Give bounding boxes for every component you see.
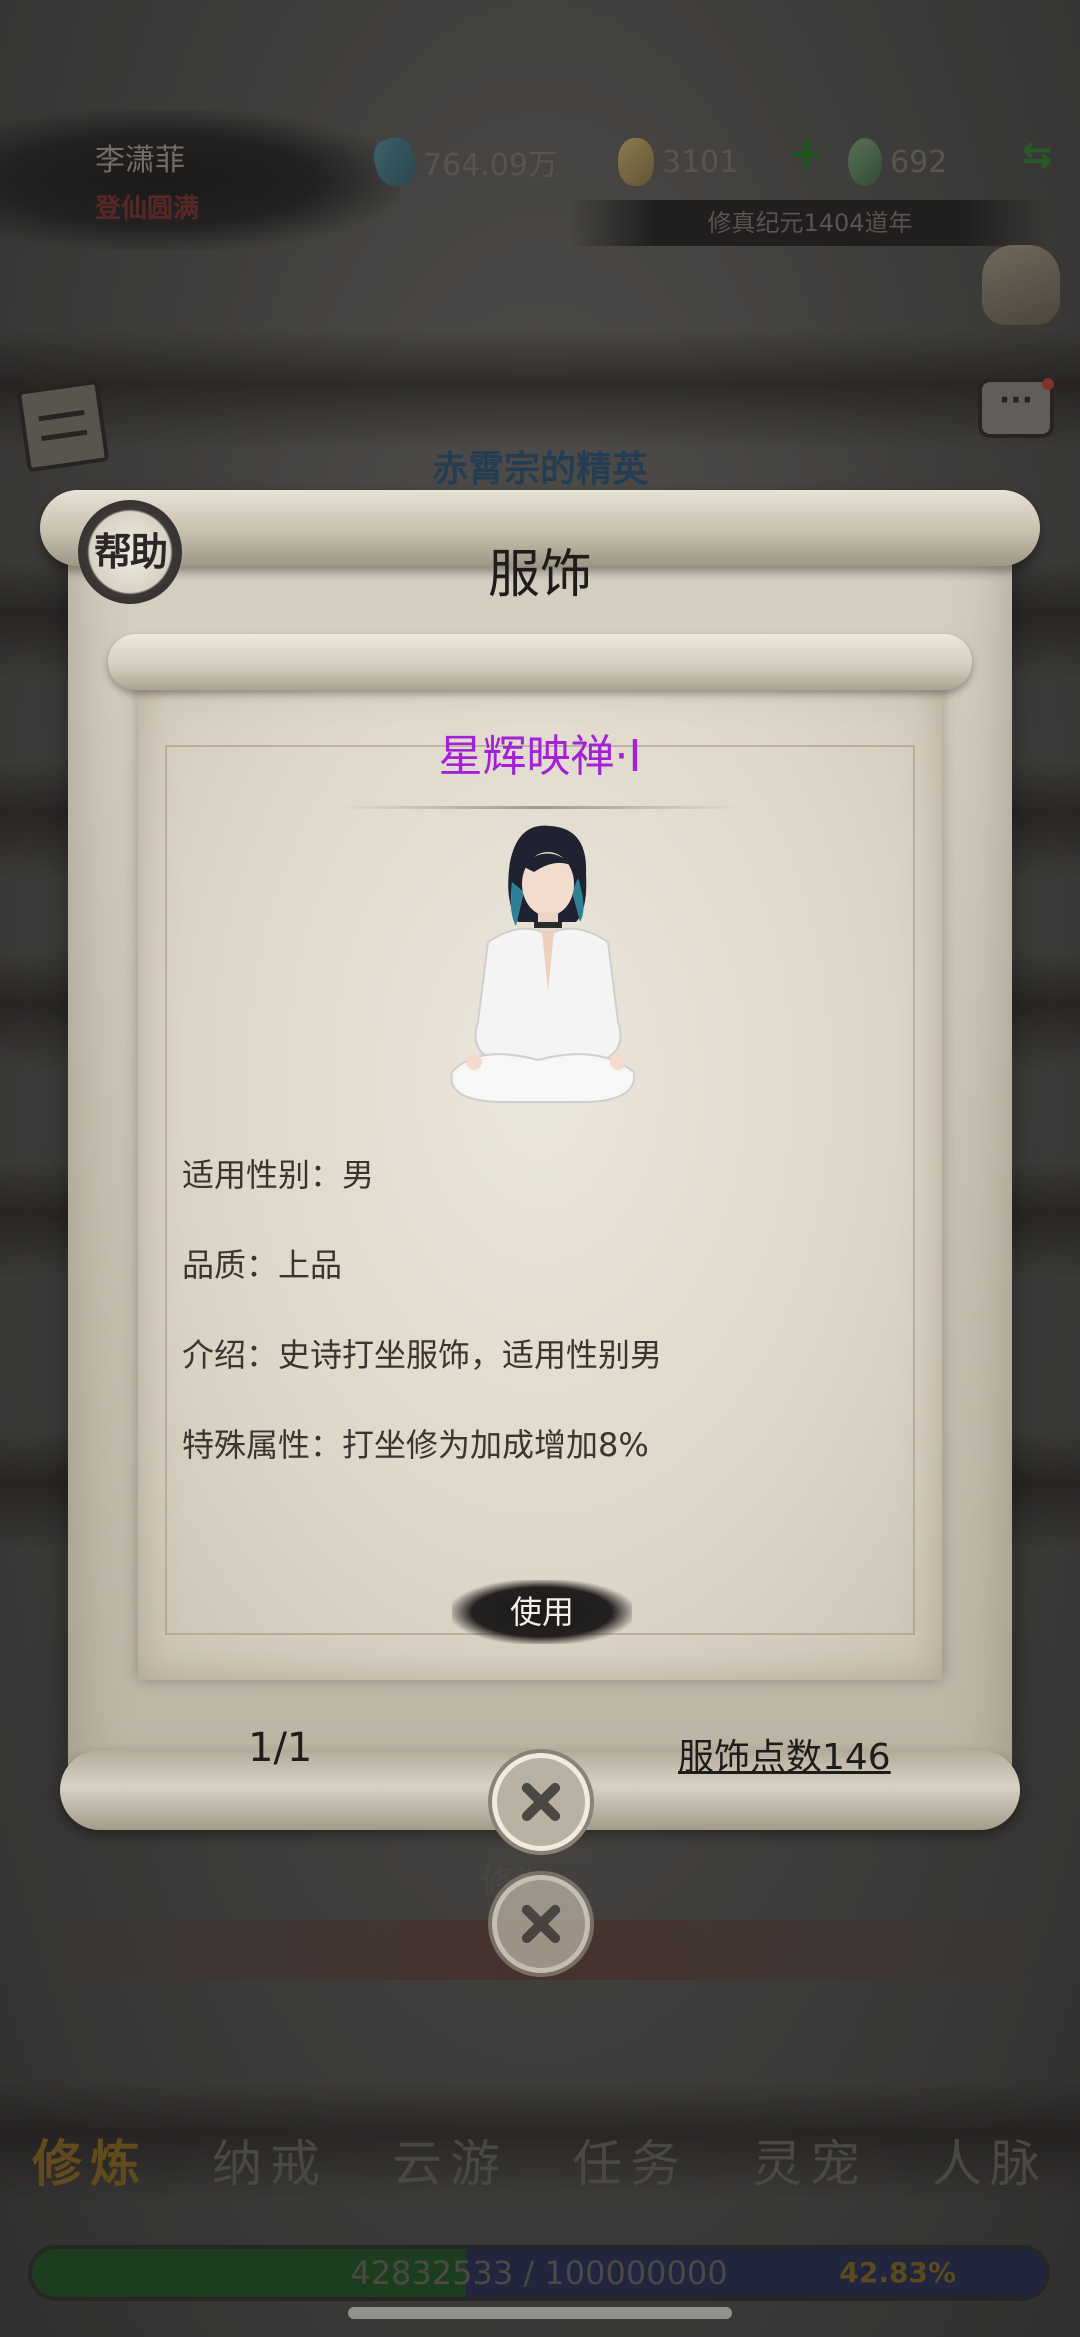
dialog-title: 服饰 [487,545,592,605]
outfit-preview-image [450,825,636,1103]
item-description: 介绍：史诗打坐服饰，适用性别男 [182,1336,663,1374]
outfit-points-link[interactable]: 服饰点数146 [678,1728,891,1780]
item-quality: 品质：上品 [182,1246,343,1284]
close-icon[interactable] [492,1875,590,1973]
item-name: 星辉映禅·I [438,731,642,782]
close-icon[interactable] [492,1753,590,1851]
item-gender: 适用性别：男 [182,1156,375,1194]
inner-scroll-roll [108,634,972,690]
item-special-attribute: 特殊属性：打坐修为加成增加8% [182,1426,649,1464]
divider [340,806,740,809]
page-indicator: 1/1 [248,1725,313,1771]
use-button[interactable]: 使用 [452,1580,632,1644]
